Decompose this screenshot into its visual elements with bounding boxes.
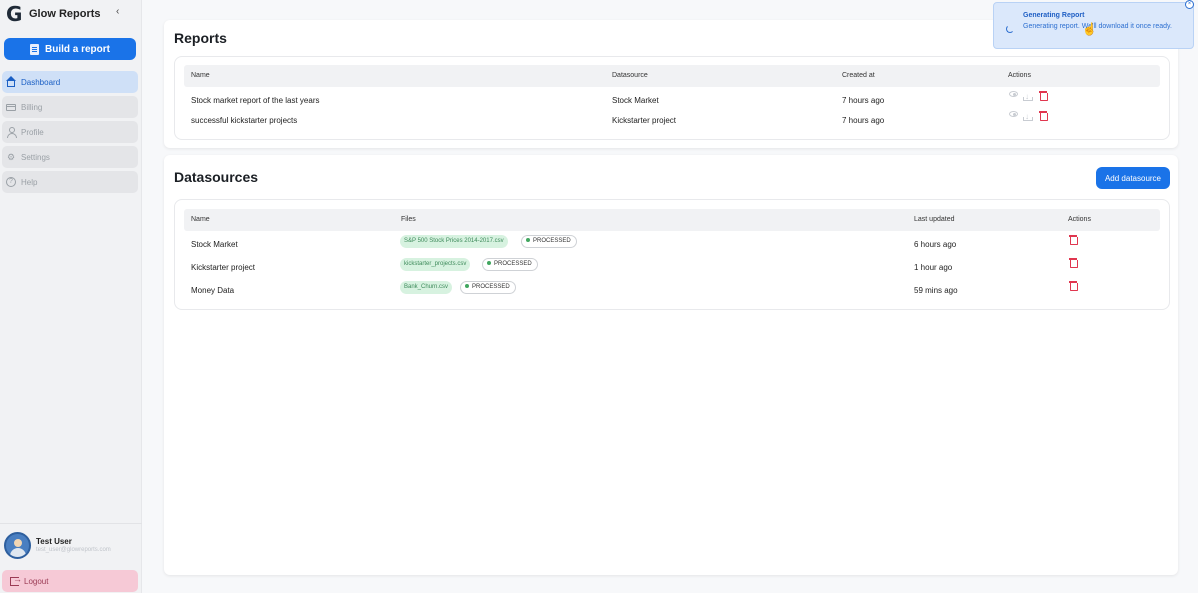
avatar [4, 532, 31, 559]
datasource-name: Money Data [191, 286, 235, 295]
user-profile[interactable]: Test User test_user@glowreports.com [0, 523, 142, 565]
status-dot-icon [487, 261, 491, 266]
table-row[interactable]: Stock Market S&P 500 Stock Prices 2014-2… [184, 235, 1160, 255]
app-name: Glow Reports [29, 8, 101, 20]
status-dot-icon [465, 284, 469, 289]
download-icon[interactable] [1023, 107, 1033, 127]
reports-title: Reports [174, 30, 227, 46]
sidebar-item-help[interactable]: ? Help [2, 171, 138, 193]
report-created: 7 hours ago [842, 96, 885, 105]
status-label: PROCESSED [472, 284, 510, 290]
status-label: PROCESSED [533, 238, 571, 244]
report-name: Stock market report of the last years [191, 96, 320, 105]
datasources-title: Datasources [174, 169, 259, 185]
datasource-updated: 6 hours ago [914, 240, 957, 249]
datasources-table: Name Files Last updated Actions Stock Ma… [174, 199, 1170, 310]
datasource-updated: 1 hour ago [914, 263, 953, 272]
sidebar-item-label: Billing [21, 102, 43, 112]
user-icon [6, 127, 17, 138]
report-created: 7 hours ago [842, 116, 885, 125]
sidebar-item-label: Dashboard [21, 77, 61, 87]
datasource-name: Kickstarter project [191, 263, 256, 272]
status-label: PROCESSED [494, 261, 532, 267]
build-report-button[interactable]: Build a report [4, 38, 136, 60]
table-row[interactable]: Kickstarter project kickstarter_projects… [184, 258, 1160, 278]
reports-table: Name Datasource Created at Actions Stock… [174, 56, 1170, 140]
build-report-label: Build a report [44, 43, 110, 55]
report-datasource: Stock Market [612, 96, 659, 105]
col-updated: Last updated [914, 216, 955, 223]
sidebar-item-billing[interactable]: Billing [2, 96, 138, 118]
chevron-left-icon[interactable]: ‹ [116, 6, 119, 17]
help-icon: ? [6, 177, 16, 187]
trash-icon[interactable] [1069, 258, 1078, 268]
logout-icon [10, 574, 22, 586]
sidebar-item-settings[interactable]: ⚙ Settings [2, 146, 138, 168]
sidebar-item-label: Profile [21, 127, 44, 137]
toast-title: Generating Report [1023, 12, 1085, 19]
report-datasource: Kickstarter project [612, 116, 677, 125]
spinner-icon [1006, 25, 1014, 33]
view-icon[interactable] [1009, 91, 1018, 97]
sidebar: G Glow Reports ‹ Build a report Dashboar… [0, 0, 142, 593]
trash-icon[interactable] [1069, 235, 1078, 245]
sidebar-nav: Dashboard Billing Profile ⚙ Settings ? H… [2, 71, 138, 196]
download-icon[interactable] [1023, 87, 1033, 107]
close-icon[interactable]: × [1185, 0, 1194, 9]
logout-button[interactable]: Logout [2, 570, 138, 592]
sidebar-item-profile[interactable]: Profile [2, 121, 138, 143]
glow-logo-icon: G [6, 2, 23, 26]
col-name: Name [191, 72, 210, 79]
file-chip[interactable]: S&P 500 Stock Prices 2014-2017.csv [400, 235, 508, 248]
file-chip[interactable]: kickstarter_projects.csv [400, 258, 471, 271]
datasource-updated: 59 mins ago [914, 286, 958, 295]
home-icon [6, 75, 16, 87]
sidebar-item-dashboard[interactable]: Dashboard [2, 71, 138, 93]
reports-table-header: Name Datasource Created at Actions [184, 65, 1160, 87]
col-files: Files [401, 216, 416, 223]
col-actions: Actions [1008, 72, 1031, 79]
col-name: Name [191, 216, 210, 223]
brand[interactable]: G Glow Reports [6, 4, 101, 24]
status-dot-icon [526, 238, 530, 243]
user-name: Test User [36, 537, 72, 546]
trash-icon[interactable] [1039, 91, 1048, 101]
datasources-table-header: Name Files Last updated Actions [184, 209, 1160, 231]
table-row[interactable]: Stock market report of the last years St… [184, 87, 1160, 111]
status-badge: PROCESSED [460, 281, 516, 294]
logout-label: Logout [24, 576, 49, 586]
credit-card-icon [6, 103, 16, 111]
document-icon [29, 43, 39, 55]
report-name: successful kickstarter projects [191, 116, 298, 125]
trash-icon[interactable] [1039, 111, 1048, 121]
status-badge: PROCESSED [521, 235, 577, 248]
user-email: test_user@glowreports.com [36, 547, 111, 553]
view-icon[interactable] [1009, 111, 1018, 117]
toast-message: Generating report. We'll download it onc… [1023, 23, 1172, 30]
table-row[interactable]: Money Data Bank_Churn.csv PROCESSED 59 m… [184, 281, 1160, 301]
sidebar-item-label: Settings [21, 152, 50, 162]
datasource-name: Stock Market [191, 240, 238, 249]
main-content: Reports Name Datasource Created at Actio… [164, 0, 1178, 593]
col-actions: Actions [1068, 216, 1091, 223]
table-row[interactable]: successful kickstarter projects Kickstar… [184, 107, 1160, 131]
add-datasource-button[interactable]: Add datasource [1096, 167, 1170, 189]
hand-cursor-icon: ☝ [1082, 22, 1097, 36]
col-datasource: Datasource [612, 72, 648, 79]
gear-icon: ⚙ [6, 152, 16, 162]
sidebar-item-label: Help [21, 177, 38, 187]
file-chip[interactable]: Bank_Churn.csv [400, 281, 453, 294]
trash-icon[interactable] [1069, 281, 1078, 291]
col-created: Created at [842, 72, 875, 79]
status-badge: PROCESSED [482, 258, 538, 271]
